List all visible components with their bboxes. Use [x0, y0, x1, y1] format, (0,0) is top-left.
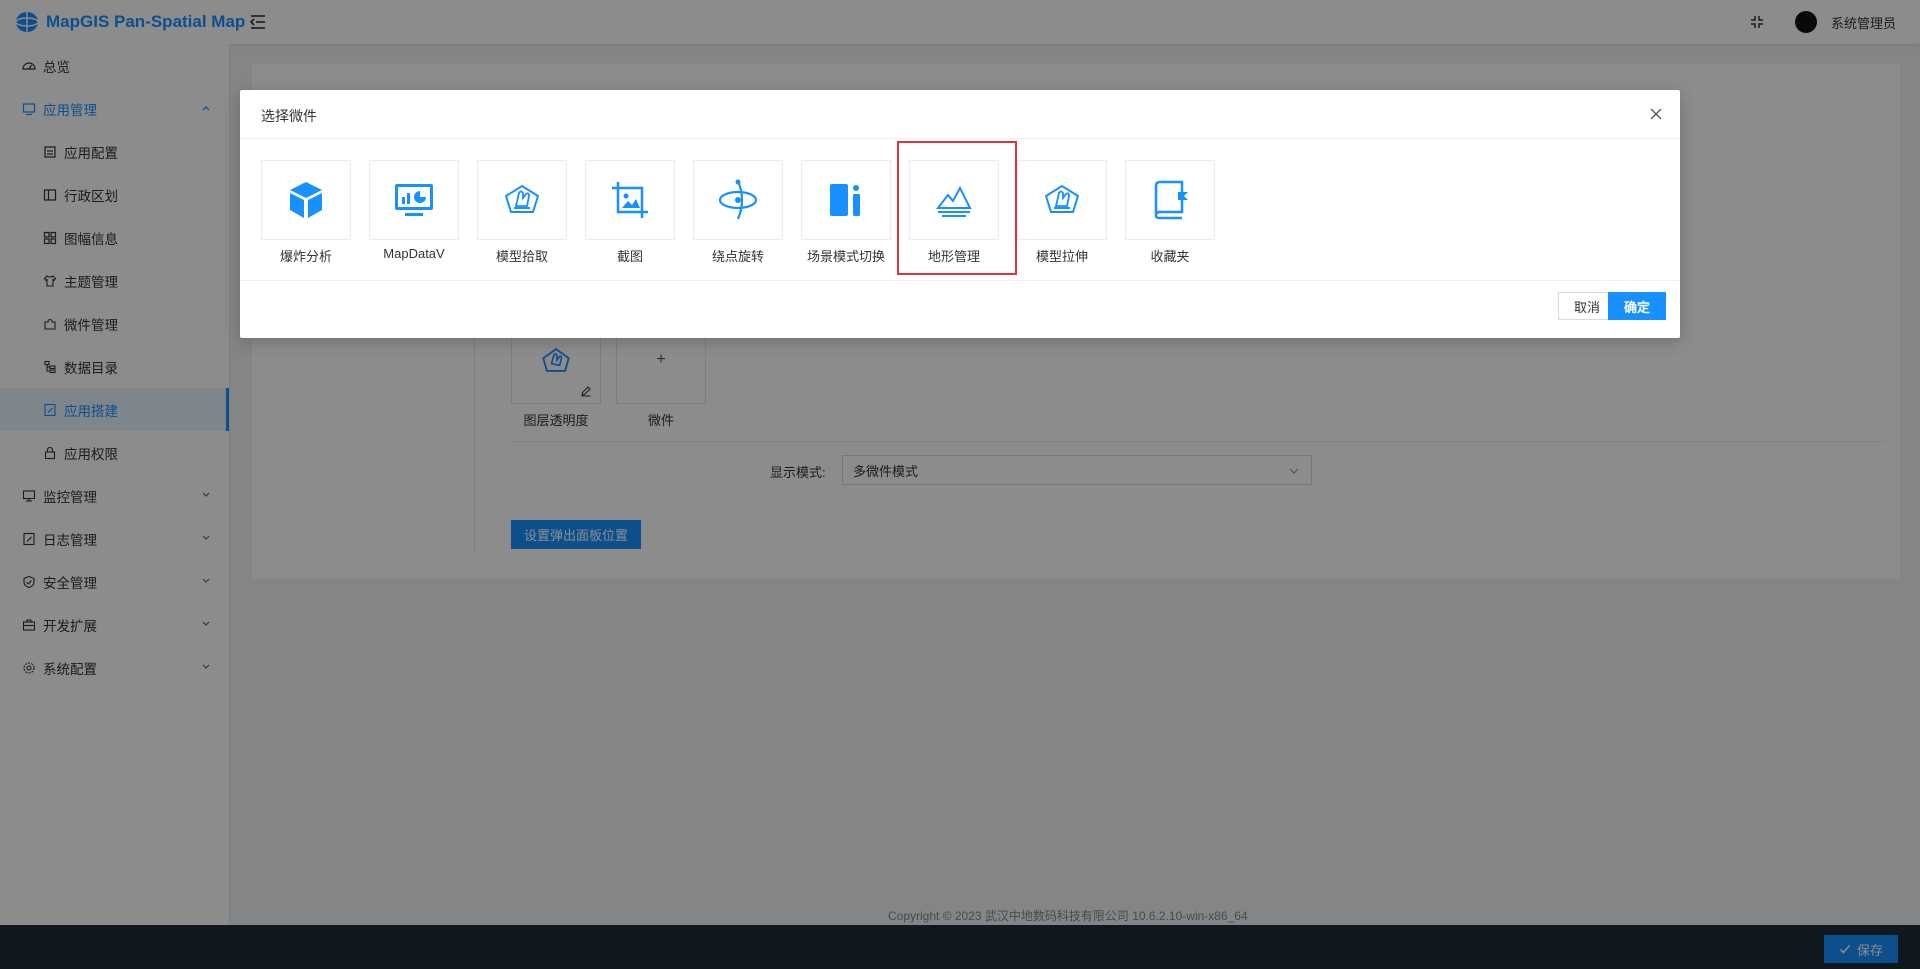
widget-tile-model-stretch[interactable]: 模型拉伸 — [1017, 160, 1107, 265]
widget-icon-box — [585, 160, 675, 240]
hand-pick-icon — [504, 184, 540, 213]
widget-tile-scene-mode-switch[interactable]: 场景模式切换 — [801, 160, 891, 265]
dashboard-monitor-icon — [395, 184, 433, 216]
bookmark-book-icon — [1154, 180, 1188, 220]
widget-icon-box — [477, 160, 567, 240]
widget-tile-terrain-management[interactable]: 地形管理 — [909, 160, 999, 265]
widget-label: 收藏夹 — [1150, 249, 1190, 264]
widget-label: 截图 — [616, 249, 643, 264]
widget-label: 场景模式切换 — [806, 249, 885, 264]
widget-label: 地形管理 — [927, 249, 980, 264]
modal-header: 选择微件 — [240, 90, 1680, 139]
widget-label: 绕点旋转 — [711, 249, 764, 264]
widget-label: 爆炸分析 — [279, 249, 332, 264]
crop-image-icon — [612, 182, 648, 218]
widget-icon-box — [909, 160, 999, 240]
widget-icon-box — [801, 160, 891, 240]
confirm-button[interactable]: 确定 — [1608, 292, 1666, 320]
close-icon[interactable] — [1648, 106, 1664, 122]
modal-footer: 取消 确定 — [240, 281, 1680, 337]
scene-switch-icon — [830, 184, 860, 216]
widget-label: 模型拾取 — [495, 249, 548, 264]
widget-tile-screenshot[interactable]: 截图 — [585, 160, 675, 265]
widget-tile-mapdatav[interactable]: MapDataV — [369, 160, 459, 261]
widget-grid: 爆炸分析 MapDataV 模型拾取 截图 绕点旋转 场景模式切换 地形管理 模… — [240, 139, 1680, 281]
widget-icon-box — [1017, 160, 1107, 240]
widget-icon-box — [369, 160, 459, 240]
widget-label: MapDataV — [383, 246, 445, 261]
orbit-rotate-icon — [718, 179, 758, 220]
model-stretch-icon — [1044, 184, 1080, 213]
widget-icon-box — [693, 160, 783, 240]
widget-tile-orbit-rotate[interactable]: 绕点旋转 — [693, 160, 783, 265]
widget-icon-box — [261, 160, 351, 240]
terrain-icon — [935, 185, 972, 217]
widget-tile-favorites[interactable]: 收藏夹 — [1125, 160, 1215, 265]
widget-tile-explosion-analysis[interactable]: 爆炸分析 — [261, 160, 351, 265]
cube-icon — [290, 182, 322, 218]
widget-label: 模型拉伸 — [1035, 249, 1088, 264]
widget-icon-box — [1125, 160, 1215, 240]
select-widget-modal: 选择微件 爆炸分析 MapDataV 模型拾取 截图 绕点旋转 场景模式切换 地… — [240, 90, 1680, 338]
widget-tile-model-pick[interactable]: 模型拾取 — [477, 160, 567, 265]
modal-title: 选择微件 — [261, 108, 317, 124]
